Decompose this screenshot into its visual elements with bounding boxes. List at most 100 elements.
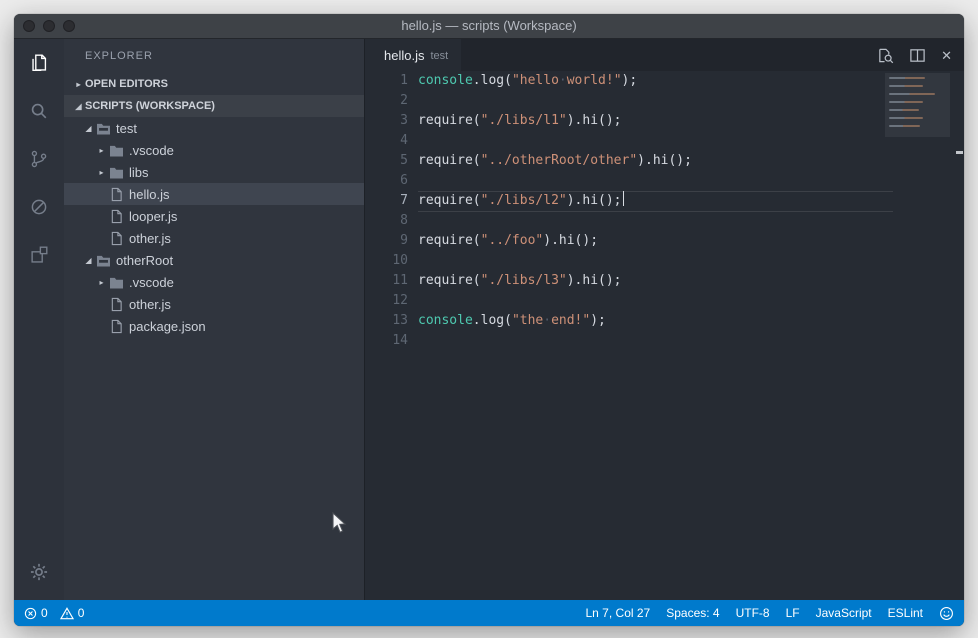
- line-number: 2: [365, 91, 408, 111]
- status-bar: 0 0 Ln 7, Col 27 Spaces: 4 UTF-8 LF JavaScri…: [14, 600, 964, 626]
- line-number: 5: [365, 151, 408, 171]
- activity-debug-icon[interactable]: [14, 183, 64, 231]
- tree-item-label: otherRoot: [116, 253, 173, 268]
- tree-item-otherRoot[interactable]: ◢ otherRoot: [64, 249, 364, 271]
- folder-icon: [108, 276, 124, 289]
- warning-count: 0: [78, 606, 85, 620]
- file-icon: [108, 209, 124, 224]
- status-indentation[interactable]: Spaces: 4: [666, 606, 719, 620]
- tree-item-looper.js[interactable]: looper.js: [64, 205, 364, 227]
- code-line-5: 5require("../otherRoot/other").hi();: [365, 151, 964, 171]
- file-icon: [108, 319, 124, 334]
- code-text: console.log("hello·world!");: [408, 71, 637, 91]
- code-line-2: 2: [365, 91, 964, 111]
- root-folder-icon: [95, 254, 111, 267]
- line-number: 13: [365, 311, 408, 331]
- tab-description: test: [430, 49, 448, 62]
- workbench: EXPLORER ▸ OPEN EDITORS ◢ SCRIPTS (WORKS…: [14, 39, 964, 600]
- status-encoding[interactable]: UTF-8: [736, 606, 770, 620]
- code-text: [408, 251, 418, 271]
- line-number: 3: [365, 111, 408, 131]
- find-in-file-icon[interactable]: [877, 47, 894, 64]
- code-text: [408, 131, 418, 151]
- activity-search-icon[interactable]: [14, 87, 64, 135]
- editor-group: hello.js test ✕ 1console.log("hello·worl…: [364, 39, 964, 600]
- tree-item-test[interactable]: ◢test: [64, 117, 364, 139]
- line-number: 6: [365, 171, 408, 191]
- code-text: require("./libs/l2").hi();: [408, 191, 624, 211]
- code-text: [408, 171, 418, 191]
- line-number: 8: [365, 211, 408, 231]
- text-caret: [623, 191, 625, 206]
- code-line-7: 7require("./libs/l2").hi();: [365, 191, 964, 211]
- section-open-editors-label: OPEN EDITORS: [85, 78, 168, 90]
- titlebar[interactable]: hello.js — scripts (Workspace): [14, 14, 964, 39]
- code-text: [408, 291, 418, 311]
- activity-extensions-icon[interactable]: [14, 231, 64, 279]
- code-line-9: 9require("../foo").hi();: [365, 231, 964, 251]
- section-open-editors[interactable]: ▸ OPEN EDITORS: [64, 73, 364, 95]
- line-number: 9: [365, 231, 408, 251]
- activity-source-control-icon[interactable]: [14, 135, 64, 183]
- minimize-window-button[interactable]: [43, 20, 55, 32]
- tree-item-package.json[interactable]: package.json: [64, 315, 364, 337]
- tree-item-other.js[interactable]: other.js: [64, 227, 364, 249]
- file-icon: [108, 297, 124, 312]
- vscode-window: hello.js — scripts (Workspace) EXPLORER …: [14, 14, 964, 626]
- editor-actions: ✕: [877, 39, 964, 71]
- error-count: 0: [41, 606, 48, 620]
- line-number: 4: [365, 131, 408, 151]
- chevron-right-icon: ▸: [95, 278, 108, 287]
- tab-bar: hello.js test ✕: [365, 39, 964, 71]
- section-workspace-label: SCRIPTS (WORKSPACE): [85, 100, 215, 112]
- chevron-right-icon: ▸: [72, 80, 85, 89]
- code-editor[interactable]: 1console.log("hello·world!");23require("…: [365, 71, 964, 600]
- scrollbar-indicator: [956, 151, 963, 154]
- minimap[interactable]: [885, 73, 950, 137]
- desktop-background: hello.js — scripts (Workspace) EXPLORER …: [0, 0, 978, 638]
- code-text: console.log("the·end!");: [408, 311, 606, 331]
- section-workspace[interactable]: ◢ SCRIPTS (WORKSPACE): [64, 95, 364, 117]
- file-tree: ◢test▸.vscode▸libshello.jslooper.jsother…: [64, 117, 364, 600]
- tree-item-label: libs: [129, 165, 149, 180]
- line-number: 12: [365, 291, 408, 311]
- code-text: [408, 91, 418, 111]
- zoom-window-button[interactable]: [63, 20, 75, 32]
- code-text: require("../foo").hi();: [408, 231, 598, 251]
- code-text: require("./libs/l3").hi();: [408, 271, 622, 291]
- line-number: 10: [365, 251, 408, 271]
- code-line-8: 8: [365, 211, 964, 231]
- chevron-down-icon: ◢: [82, 256, 95, 265]
- code-line-3: 3require("./libs/l1").hi();: [365, 111, 964, 131]
- split-editor-icon[interactable]: [909, 47, 926, 64]
- problems-errors[interactable]: 0: [24, 606, 48, 620]
- status-cursor-position[interactable]: Ln 7, Col 27: [586, 606, 651, 620]
- activity-settings-gear-icon[interactable]: [14, 548, 64, 596]
- explorer-sidebar: EXPLORER ▸ OPEN EDITORS ◢ SCRIPTS (WORKS…: [64, 39, 364, 600]
- activity-explorer-icon[interactable]: [14, 39, 64, 87]
- tree-item-label: other.js: [129, 297, 171, 312]
- status-language-mode[interactable]: JavaScript: [816, 606, 872, 620]
- error-icon: [24, 607, 37, 620]
- root-folder-icon: [95, 122, 111, 135]
- feedback-smiley-icon[interactable]: [939, 606, 954, 621]
- window-title: hello.js — scripts (Workspace): [14, 14, 964, 38]
- code-line-13: 13console.log("the·end!");: [365, 311, 964, 331]
- code-line-10: 10: [365, 251, 964, 271]
- problems-warnings[interactable]: 0: [60, 606, 85, 620]
- tree-item-.vscode[interactable]: ▸.vscode: [64, 271, 364, 293]
- tree-item-hello.js[interactable]: hello.js: [64, 183, 364, 205]
- close-window-button[interactable]: [23, 20, 35, 32]
- tab-hello-js[interactable]: hello.js test: [365, 39, 461, 71]
- code-line-14: 14: [365, 331, 964, 351]
- tree-item-libs[interactable]: ▸libs: [64, 161, 364, 183]
- tree-item-.vscode[interactable]: ▸.vscode: [64, 139, 364, 161]
- code-line-11: 11require("./libs/l3").hi();: [365, 271, 964, 291]
- status-right-items: Ln 7, Col 27 Spaces: 4 UTF-8 LF JavaScript ES…: [586, 606, 955, 621]
- line-number: 7: [365, 191, 408, 211]
- close-editor-icon[interactable]: ✕: [941, 49, 952, 62]
- status-eslint[interactable]: ESLint: [888, 606, 923, 620]
- code-lines: 1console.log("hello·world!");23require("…: [365, 71, 964, 351]
- tree-item-other.js[interactable]: other.js: [64, 293, 364, 315]
- status-eol[interactable]: LF: [786, 606, 800, 620]
